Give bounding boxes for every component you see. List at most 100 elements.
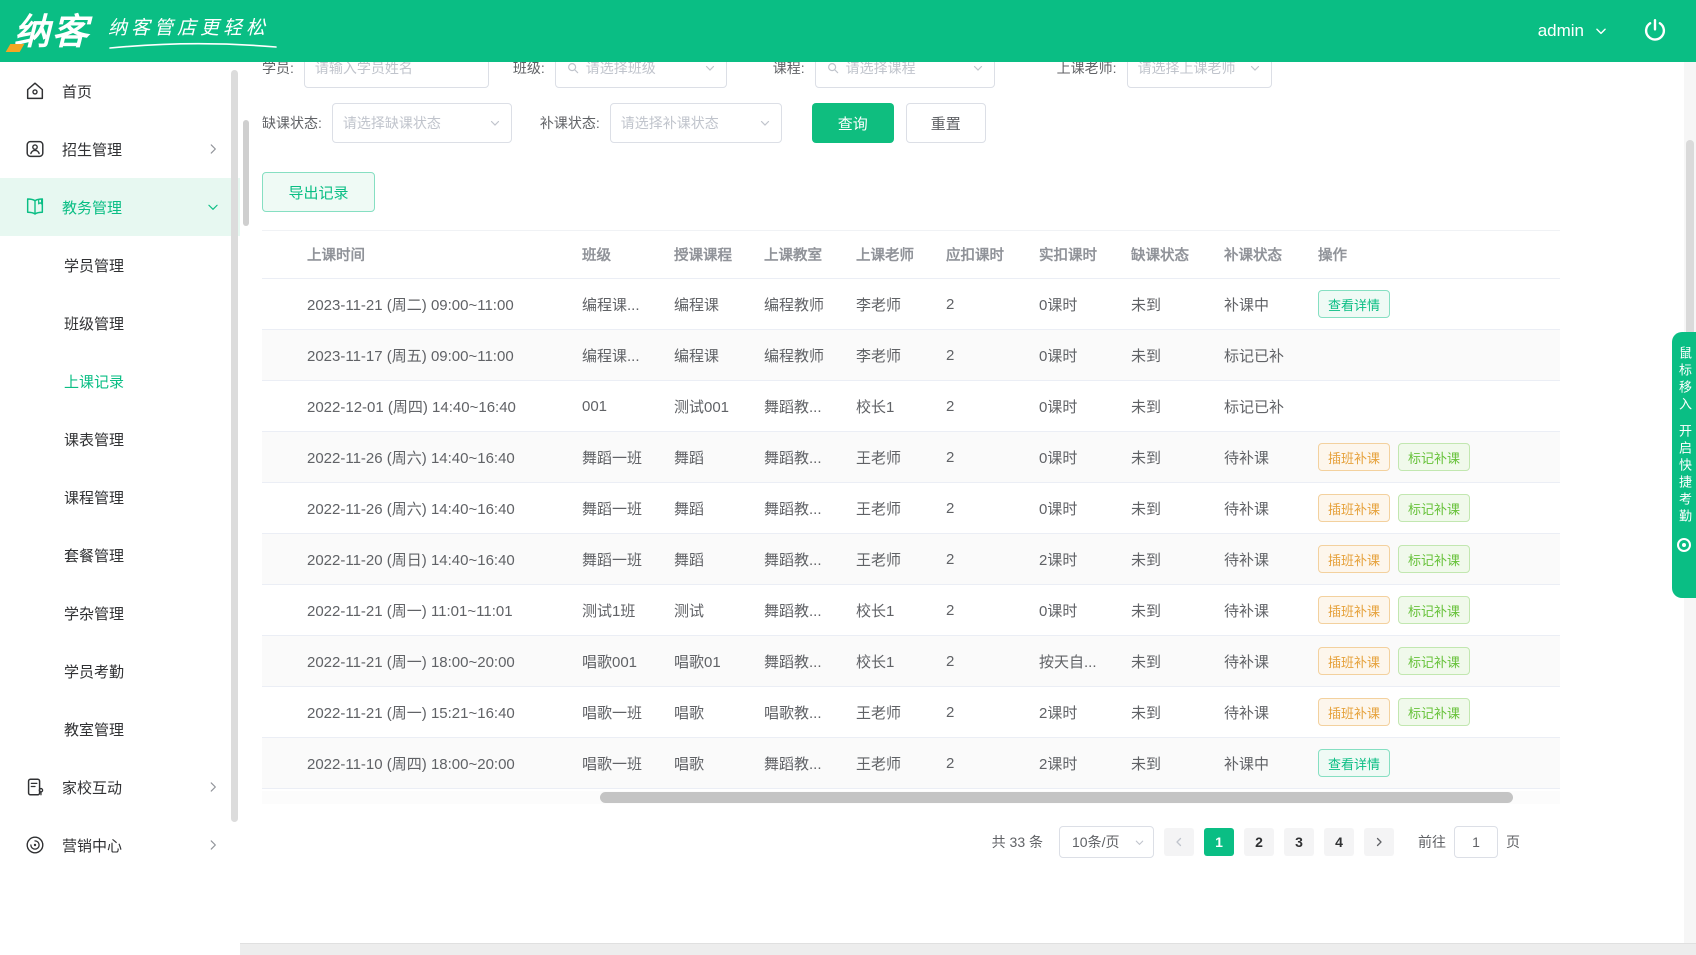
sidebar-item-academics[interactable]: 教务管理 [0, 178, 240, 236]
view-details-button[interactable]: 查看详情 [1318, 290, 1390, 318]
search-button[interactable]: 查询 [812, 103, 894, 143]
cell-selector-sliver [262, 738, 307, 789]
cell-actions: 查看详情 [1318, 738, 1560, 789]
col-teacher: 上课老师 [856, 231, 946, 279]
sidebar-item-admissions[interactable]: 招生管理 [0, 120, 240, 178]
sidebar-subitem-学员管理[interactable]: 学员管理 [0, 236, 240, 294]
mark-makeup-button[interactable]: 标记补课 [1398, 647, 1470, 675]
class-select[interactable]: 请选择班级 [555, 62, 727, 88]
sidebar-item-home-school[interactable]: 家校互动 [0, 758, 240, 816]
table-row: 2022-11-26 (周六) 14:40~16:40舞蹈一班舞蹈舞蹈教...王… [262, 483, 1560, 534]
page-button-4[interactable]: 4 [1324, 828, 1354, 856]
cell-actual-hours: 0课时 [1039, 330, 1131, 381]
insert-makeup-button[interactable]: 插班补课 [1318, 545, 1390, 573]
cell-actual-hours: 0课时 [1039, 585, 1131, 636]
cell-makeup-status: 补课中 [1224, 738, 1318, 789]
col-course: 授课课程 [674, 231, 764, 279]
table-row: 2022-11-20 (周日) 14:40~16:40舞蹈一班舞蹈舞蹈教...王… [262, 534, 1560, 585]
teacher-select[interactable]: 请选择上课老师 [1127, 62, 1272, 88]
next-page-button[interactable] [1364, 828, 1394, 856]
goto-label: 前往 [1418, 832, 1446, 852]
student-search-input[interactable]: 请输入学员姓名 [304, 62, 489, 88]
cell-room: 编程教师 [764, 330, 856, 381]
mark-makeup-button[interactable]: 标记补课 [1398, 443, 1470, 471]
cell-course: 唱歌 [674, 738, 764, 789]
chevron-down-icon [1594, 24, 1608, 38]
horizontal-scrollbar-thumb[interactable] [600, 792, 1513, 803]
mark-makeup-button[interactable]: 标记补课 [1398, 596, 1470, 624]
course-select[interactable]: 请选择课程 [815, 62, 995, 88]
search-icon [566, 62, 580, 75]
absent-status-label: 缺课状态: [262, 113, 322, 133]
cell-makeup-status: 待补课 [1224, 687, 1318, 738]
sidebar-item-label: 招生管理 [62, 139, 122, 160]
power-logout-icon[interactable] [1642, 18, 1668, 44]
cell-due-hours: 2 [946, 636, 1039, 687]
search-icon [826, 62, 840, 75]
cell-selector-sliver [262, 585, 307, 636]
sidebar-subitem-课表管理[interactable]: 课表管理 [0, 410, 240, 468]
chevron-down-icon [206, 200, 220, 214]
chevron-down-icon [1249, 62, 1261, 74]
admin-user-menu[interactable]: admin [1538, 21, 1608, 41]
col-absent-status: 缺课状态 [1131, 231, 1224, 279]
content-scrollbar-thumb[interactable] [243, 120, 249, 226]
mark-makeup-button[interactable]: 标记补课 [1398, 698, 1470, 726]
sidebar-subitem-教室管理[interactable]: 教室管理 [0, 700, 240, 758]
horizontal-scrollbar[interactable] [262, 791, 1560, 804]
prev-page-button[interactable] [1164, 828, 1194, 856]
mark-makeup-button[interactable]: 标记补课 [1398, 494, 1470, 522]
insert-makeup-button[interactable]: 插班补课 [1318, 494, 1390, 522]
cell-class: 编程课... [582, 279, 674, 330]
chevron-right-icon [206, 142, 220, 156]
cell-course: 测试001 [674, 381, 764, 432]
cell-absent-status: 未到 [1131, 585, 1224, 636]
table-row: 2022-11-21 (周一) 18:00~20:00唱歌001唱歌01舞蹈教.… [262, 636, 1560, 687]
cell-room: 舞蹈教... [764, 534, 856, 585]
cell-absent-status: 未到 [1131, 738, 1224, 789]
view-details-button[interactable]: 查看详情 [1318, 749, 1390, 777]
sidebar-subitem-上课记录[interactable]: 上课记录 [0, 352, 240, 410]
col-room: 上课教室 [764, 231, 856, 279]
sidebar-subitem-课程管理[interactable]: 课程管理 [0, 468, 240, 526]
page-size-select[interactable]: 10条/页 [1059, 826, 1154, 858]
sidebar-subitem-学员考勤[interactable]: 学员考勤 [0, 642, 240, 700]
page-button-3[interactable]: 3 [1284, 828, 1314, 856]
goto-page-input[interactable] [1454, 826, 1498, 858]
mark-makeup-button[interactable]: 标记补课 [1398, 545, 1470, 573]
cell-class: 001 [582, 381, 674, 432]
insert-makeup-button[interactable]: 插班补课 [1318, 596, 1390, 624]
cell-makeup-status: 待补课 [1224, 483, 1318, 534]
quick-attendance-tab[interactable]: 鼠标移入 开启快捷考勤 [1672, 332, 1696, 598]
sidebar-subitem-套餐管理[interactable]: 套餐管理 [0, 526, 240, 584]
page-button-2[interactable]: 2 [1244, 828, 1274, 856]
col-makeup-status: 补课状态 [1224, 231, 1318, 279]
makeup-status-select[interactable]: 请选择补课状态 [610, 103, 782, 143]
export-records-button[interactable]: 导出记录 [262, 172, 375, 212]
sidebar-item-home[interactable]: 首页 [0, 62, 240, 120]
insert-makeup-button[interactable]: 插班补课 [1318, 698, 1390, 726]
sidebar-subitem-学杂管理[interactable]: 学杂管理 [0, 584, 240, 642]
table-row: 2022-11-10 (周四) 18:00~20:00唱歌一班唱歌舞蹈教...王… [262, 738, 1560, 789]
absent-status-select[interactable]: 请选择缺课状态 [332, 103, 512, 143]
table-row: 2023-11-21 (周二) 09:00~11:00编程课...编程课编程教师… [262, 279, 1560, 330]
academics-book-icon [24, 196, 46, 218]
reset-button[interactable]: 重置 [906, 103, 986, 143]
cell-absent-status: 未到 [1131, 381, 1224, 432]
cell-due-hours: 2 [946, 432, 1039, 483]
sidebar-scrollbar[interactable] [231, 70, 238, 822]
cell-course: 舞蹈 [674, 483, 764, 534]
insert-makeup-button[interactable]: 插班补课 [1318, 443, 1390, 471]
page-button-1[interactable]: 1 [1204, 828, 1234, 856]
chevron-left-icon [1173, 836, 1185, 848]
cell-absent-status: 未到 [1131, 636, 1224, 687]
sidebar-item-marketing[interactable]: 营销中心 [0, 816, 240, 874]
cell-time: 2022-12-01 (周四) 14:40~16:40 [307, 381, 582, 432]
insert-makeup-button[interactable]: 插班补课 [1318, 647, 1390, 675]
cell-course: 舞蹈 [674, 534, 764, 585]
home-icon [24, 80, 46, 102]
sidebar-subitem-班级管理[interactable]: 班级管理 [0, 294, 240, 352]
cell-absent-status: 未到 [1131, 687, 1224, 738]
cell-makeup-status: 待补课 [1224, 432, 1318, 483]
cell-room: 舞蹈教... [764, 483, 856, 534]
